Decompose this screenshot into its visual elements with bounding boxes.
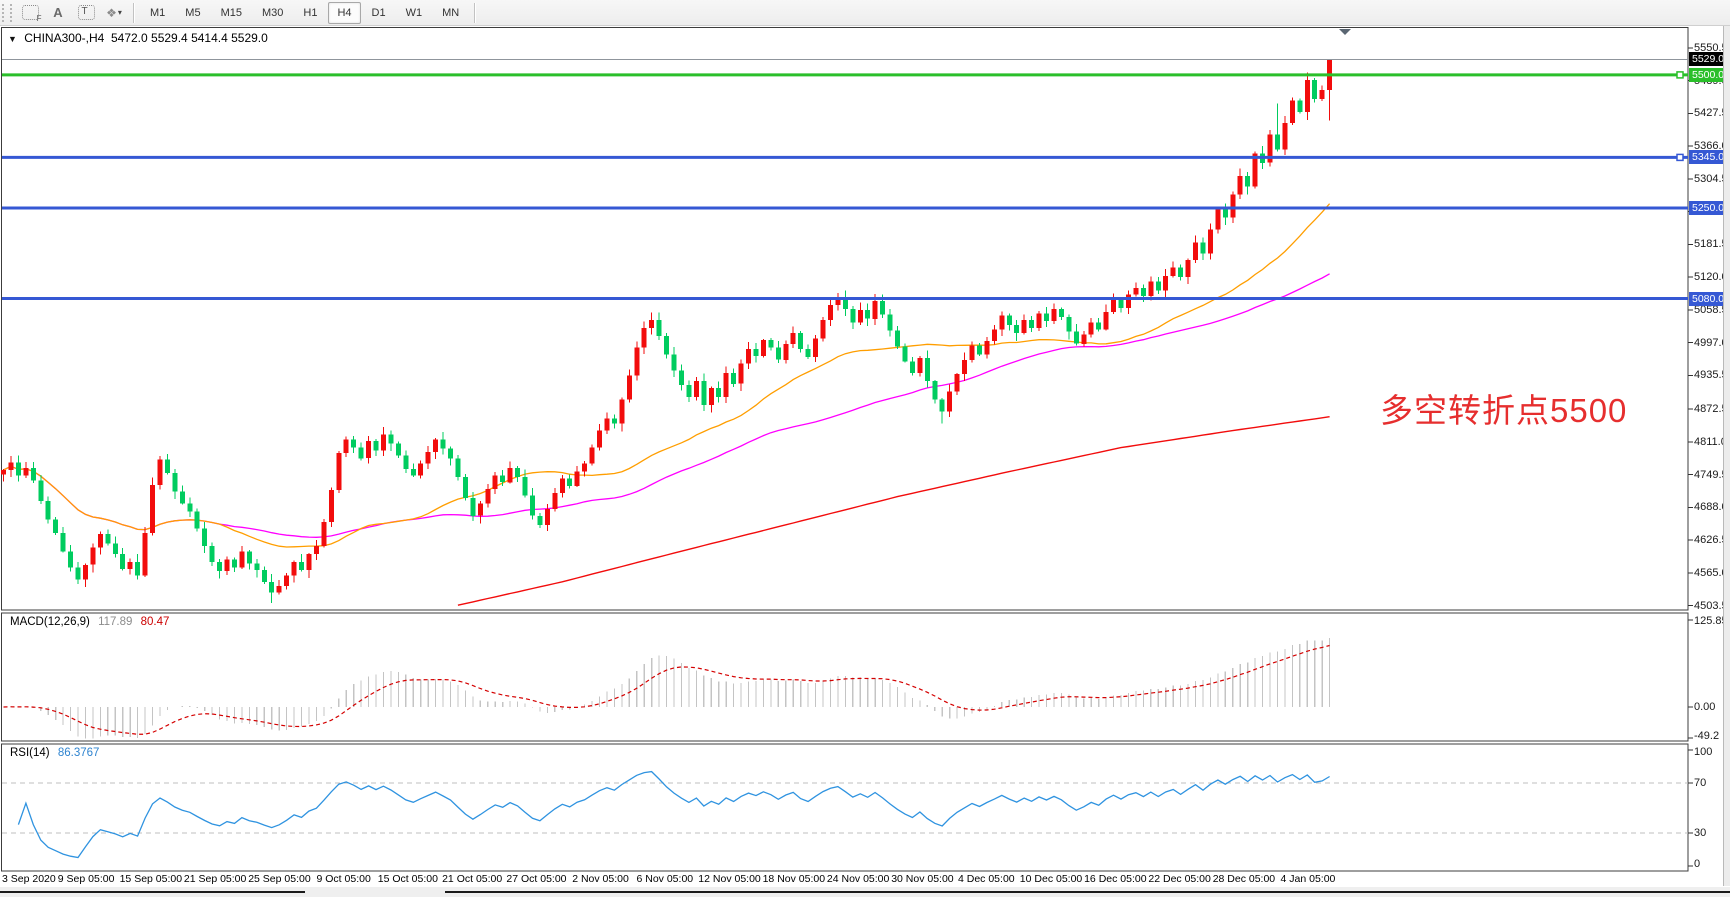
- rsi-tick-label: 30: [1694, 827, 1706, 839]
- date-axis-label: 4 Jan 05:00: [1281, 873, 1336, 885]
- date-axis-label: 21 Sep 05:00: [184, 873, 246, 885]
- macd-header: MACD(12,26,9) 117.89 80.47: [10, 616, 169, 628]
- rsi-label: RSI(14): [10, 747, 50, 759]
- rsi-tick-label: 70: [1694, 777, 1706, 789]
- ohlc-high: 5529.4: [151, 31, 188, 45]
- rsi-tick-label: 0: [1694, 858, 1700, 870]
- date-axis-label: 10 Dec 05:00: [1020, 873, 1082, 885]
- date-axis-label: 21 Oct 05:00: [442, 873, 502, 885]
- date-axis-label: 9 Oct 05:00: [317, 873, 371, 885]
- mt4-window: F A T ❖ ▾ M1M5M15M30H1H4D1W1MN 5550.5548…: [0, 0, 1730, 897]
- rsi-tick-label: 100: [1694, 746, 1712, 758]
- macd-value: 117.89: [98, 616, 132, 628]
- chart-title: ▼ CHINA300-,H4 5472.0 5529.4 5414.4 5529…: [8, 31, 268, 45]
- date-axis-label: 24 Nov 05:00: [827, 873, 889, 885]
- hline-price-badge: 5080.0: [1689, 292, 1723, 306]
- ohlc-open: 5472.0: [111, 31, 148, 45]
- rsi-header: RSI(14) 86.3767: [10, 747, 99, 759]
- macd-label: MACD(12,26,9): [10, 616, 90, 628]
- date-axis-label: 9 Sep 05:00: [58, 873, 115, 885]
- bottom-scroll-strip[interactable]: [0, 887, 1730, 897]
- hline-price-badge: 5345.0: [1689, 150, 1723, 164]
- ohlc-close: 5529.0: [231, 31, 268, 45]
- hline-price-badge: 5250.0: [1689, 201, 1723, 215]
- date-axis-label: 22 Dec 05:00: [1148, 873, 1210, 885]
- date-axis-label: 30 Nov 05:00: [891, 873, 953, 885]
- right-frame-strip: [1723, 26, 1730, 886]
- macd-tick-label: -49.2: [1694, 730, 1719, 742]
- date-axis-label: 25 Sep 05:00: [248, 873, 310, 885]
- price-tick-label: 4811.0: [1694, 436, 1727, 448]
- date-axis-label: 12 Nov 05:00: [698, 873, 760, 885]
- date-axis-label: 2 Nov 05:00: [572, 873, 629, 885]
- annotation-text[interactable]: 多空转折点5500: [1380, 384, 1627, 432]
- hline-price-badge: 5500.0: [1689, 68, 1723, 82]
- current-price-badge: 5529.0: [1689, 52, 1723, 66]
- macd-signal-value: 80.47: [141, 616, 170, 628]
- ohlc-collapse-arrow[interactable]: ▼: [8, 34, 17, 44]
- macd-tick-label: 0.00: [1694, 701, 1715, 713]
- date-axis-label: 3 Sep 2020: [2, 873, 56, 885]
- date-axis-label: 6 Nov 05:00: [637, 873, 694, 885]
- date-axis-label: 15 Oct 05:00: [378, 873, 438, 885]
- ohlc-low: 5414.4: [191, 31, 228, 45]
- date-axis-label: 28 Dec 05:00: [1213, 873, 1275, 885]
- date-axis-label: 27 Oct 05:00: [506, 873, 566, 885]
- date-axis-label: 18 Nov 05:00: [763, 873, 825, 885]
- chart-canvas[interactable]: [0, 0, 1730, 897]
- rsi-value: 86.3767: [58, 747, 100, 759]
- symbol-timeframe: CHINA300-,H4: [24, 31, 104, 45]
- date-axis-label: 4 Dec 05:00: [958, 873, 1015, 885]
- date-axis-label: 16 Dec 05:00: [1084, 873, 1146, 885]
- date-axis-label: 15 Sep 05:00: [120, 873, 182, 885]
